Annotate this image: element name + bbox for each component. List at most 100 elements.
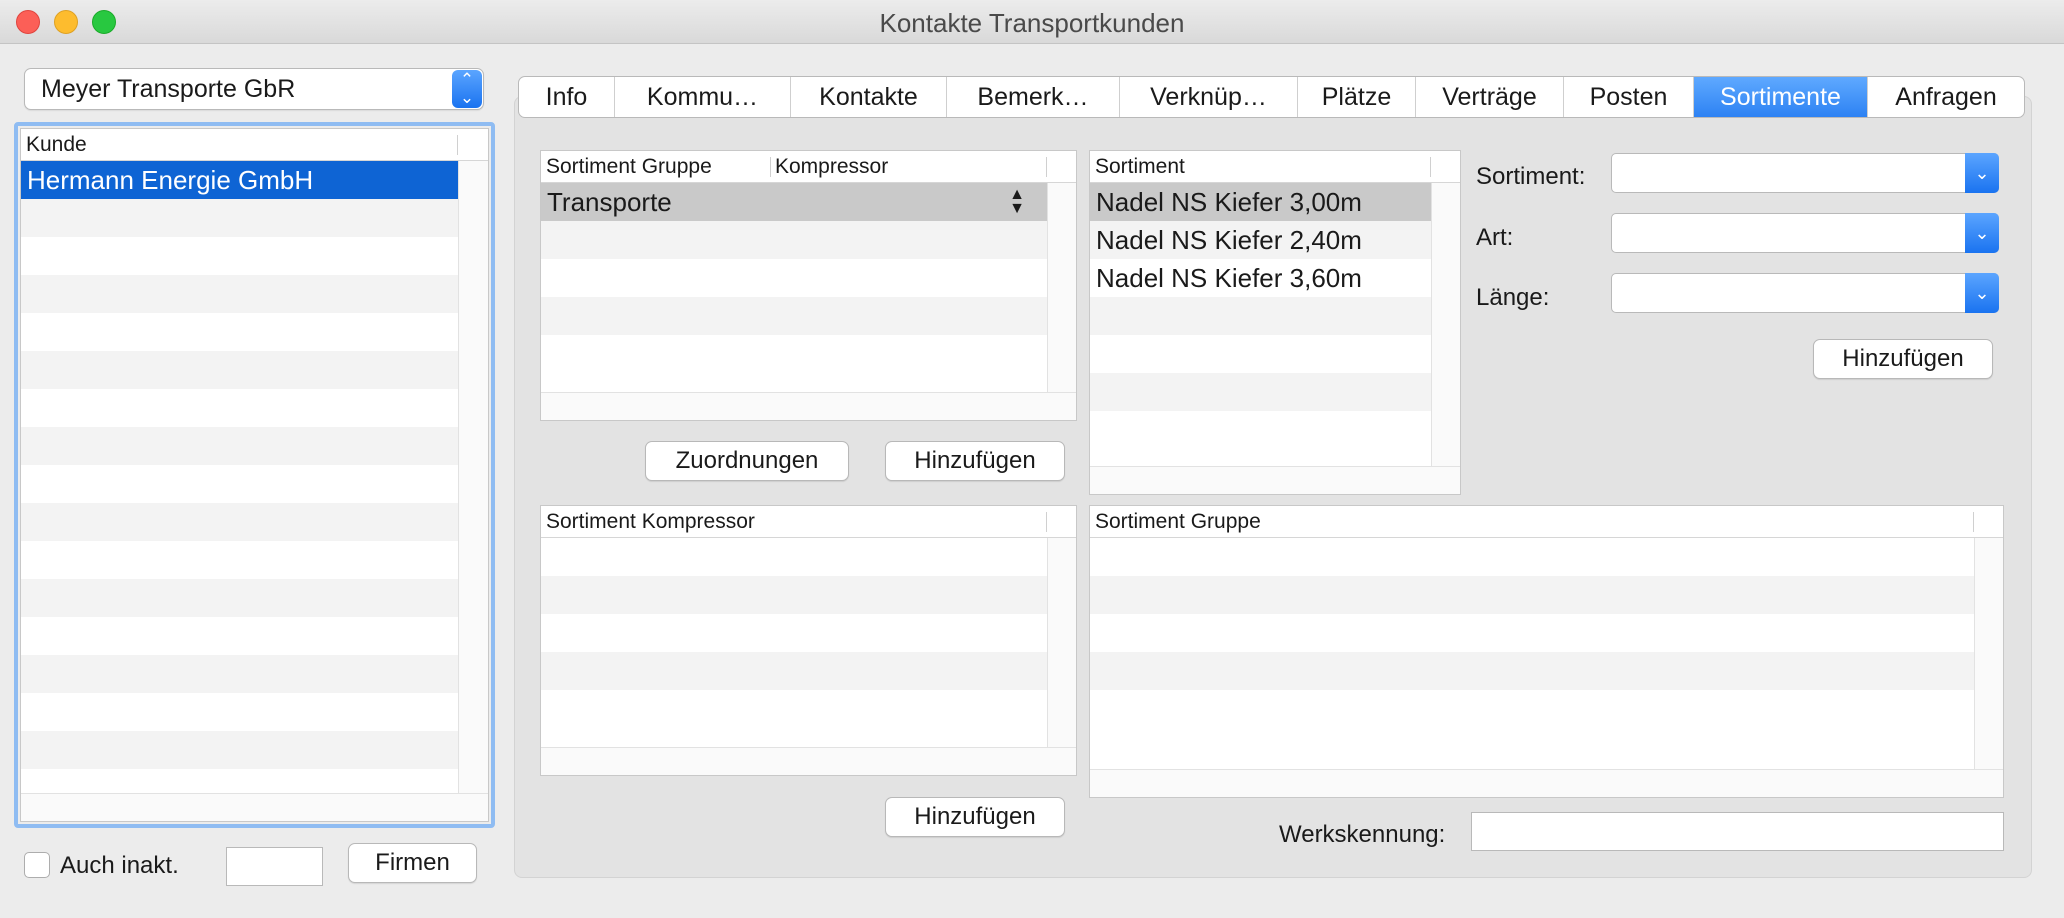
table-row[interactable] (541, 259, 1047, 297)
group2-table-rows (1090, 538, 1974, 711)
table-row[interactable] (1090, 652, 1974, 690)
table-row[interactable] (541, 335, 1047, 359)
tab-vertraege[interactable]: Verträge (1416, 77, 1564, 117)
table-row[interactable]: Nadel NS Kiefer 3,00m (1090, 183, 1431, 221)
vertical-scrollbar[interactable] (1047, 183, 1076, 392)
chevron-updown-icon: ⌃ ⌄ (452, 70, 482, 108)
length-label: Länge: (1476, 284, 1550, 311)
werkskennung-label: Werkskennung: (1279, 821, 1446, 848)
vertical-scrollbar[interactable] (458, 161, 488, 801)
assignments-button[interactable]: Zuordnungen (645, 441, 849, 481)
chevron-down-icon[interactable]: ⌄ (1965, 273, 1999, 313)
column-header-sortiment-gruppe-2[interactable]: Sortiment Gruppe (1090, 506, 1261, 538)
group2-table-header: Sortiment Gruppe (1090, 506, 2003, 538)
table-row[interactable] (1090, 690, 1974, 711)
table-row[interactable] (21, 579, 458, 617)
tab-kommunikation[interactable]: Kommu… (615, 77, 791, 117)
inactive-checkbox-label: Auch inakt. (60, 852, 179, 879)
table-row[interactable] (21, 693, 458, 731)
horizontal-scrollbar[interactable] (1090, 466, 1460, 494)
tab-anfragen[interactable]: Anfragen (1868, 77, 2024, 117)
table-row[interactable] (21, 427, 458, 465)
assortment-group-table[interactable]: Sortiment Gruppe Kompressor Transporte ▲… (540, 150, 1077, 421)
vertical-scrollbar[interactable] (1431, 183, 1460, 466)
add-group-button[interactable]: Hinzufügen (885, 441, 1065, 481)
table-row[interactable] (541, 297, 1047, 335)
vertical-scrollbar[interactable] (1974, 538, 2003, 769)
table-row[interactable] (21, 655, 458, 693)
sortiment-combobox[interactable]: ⌄ (1611, 153, 1999, 193)
firms-button[interactable]: Firmen (348, 843, 477, 883)
tab-posten[interactable]: Posten (1564, 77, 1694, 117)
chevron-updown-icon[interactable]: ▲ ▼ (1009, 183, 1025, 217)
assortment-compressor-table[interactable]: Sortiment Kompressor (540, 505, 1077, 776)
table-row[interactable] (21, 769, 458, 787)
tab-bemerkungen[interactable]: Bemerk… (947, 77, 1120, 117)
filter-input[interactable] (226, 847, 323, 886)
table-row[interactable] (21, 503, 458, 541)
table-row[interactable] (541, 576, 1047, 614)
horizontal-scrollbar[interactable] (541, 747, 1076, 775)
column-header-sortiment[interactable]: Sortiment (1090, 151, 1185, 183)
customer-table[interactable]: Kunde Hermann Energie GmbH (20, 128, 489, 822)
assortment-table[interactable]: Sortiment Nadel NS Kiefer 3,00m Nadel NS… (1089, 150, 1461, 495)
column-header-kunde[interactable]: Kunde (21, 129, 87, 161)
tab-sortimente[interactable]: Sortimente (1694, 77, 1868, 117)
table-row[interactable] (21, 313, 458, 351)
column-header-kompressor[interactable]: Kompressor (770, 151, 888, 183)
group-table-rows: Transporte ▲ ▼ (541, 183, 1047, 359)
chevron-down-icon[interactable]: ⌄ (1965, 213, 1999, 253)
horizontal-scrollbar[interactable] (541, 392, 1076, 420)
table-row[interactable] (1090, 335, 1431, 373)
table-row[interactable]: Nadel NS Kiefer 2,40m (1090, 221, 1431, 259)
customer-table-header: Kunde (21, 129, 488, 161)
table-row[interactable] (1090, 297, 1431, 335)
table-row[interactable] (541, 614, 1047, 652)
add-compressor-button[interactable]: Hinzufügen (885, 797, 1065, 837)
group-cell: Transporte (547, 187, 672, 217)
table-row[interactable]: Hermann Energie GmbH (21, 161, 458, 199)
table-row[interactable] (21, 465, 458, 503)
horizontal-scrollbar[interactable] (21, 793, 488, 821)
table-row[interactable] (1090, 614, 1974, 652)
table-row[interactable]: Nadel NS Kiefer 3,60m (1090, 259, 1431, 297)
tab-info[interactable]: Info (519, 77, 615, 117)
assortment-table-rows: Nadel NS Kiefer 3,00m Nadel NS Kiefer 2,… (1090, 183, 1431, 449)
inactive-checkbox[interactable] (24, 852, 50, 878)
table-row[interactable] (21, 237, 458, 275)
assortment-group2-table[interactable]: Sortiment Gruppe (1089, 505, 2004, 798)
table-row[interactable] (1090, 373, 1431, 411)
sortiment-label: Sortiment: (1476, 163, 1586, 190)
tab-verknuepfungen[interactable]: Verknüp… (1120, 77, 1298, 117)
table-row[interactable] (21, 617, 458, 655)
add-assortment-button[interactable]: Hinzufügen (1813, 339, 1993, 379)
table-row[interactable] (21, 541, 458, 579)
tab-kontakte[interactable]: Kontakte (791, 77, 947, 117)
table-row[interactable] (1090, 538, 1974, 576)
company-select[interactable]: Meyer Transporte GbR ⌃ ⌄ (24, 68, 484, 110)
werkskennung-input[interactable] (1471, 812, 2004, 851)
table-row[interactable] (541, 690, 1047, 745)
tab-plaetze[interactable]: Plätze (1298, 77, 1416, 117)
column-header-sortiment-kompressor[interactable]: Sortiment Kompressor (541, 506, 755, 538)
column-header-sortiment-gruppe[interactable]: Sortiment Gruppe (541, 151, 712, 183)
table-row[interactable] (21, 275, 458, 313)
table-row[interactable] (21, 199, 458, 237)
table-row[interactable] (21, 389, 458, 427)
customer-table-rows: Hermann Energie GmbH (21, 161, 458, 787)
table-row[interactable] (541, 652, 1047, 690)
chevron-down-icon[interactable]: ⌄ (1965, 153, 1999, 193)
table-row[interactable] (1090, 576, 1974, 614)
horizontal-scrollbar[interactable] (1090, 769, 2003, 797)
table-row[interactable] (541, 538, 1047, 576)
table-row[interactable] (21, 731, 458, 769)
vertical-scrollbar[interactable] (1047, 538, 1076, 747)
table-row[interactable] (541, 221, 1047, 259)
length-combobox[interactable]: ⌄ (1611, 273, 1999, 313)
assortment-table-header: Sortiment (1090, 151, 1460, 183)
compressor-table-header: Sortiment Kompressor (541, 506, 1076, 538)
table-row[interactable] (1090, 411, 1431, 449)
table-row[interactable] (21, 351, 458, 389)
art-combobox[interactable]: ⌄ (1611, 213, 1999, 253)
table-row[interactable]: Transporte ▲ ▼ (541, 183, 1047, 221)
